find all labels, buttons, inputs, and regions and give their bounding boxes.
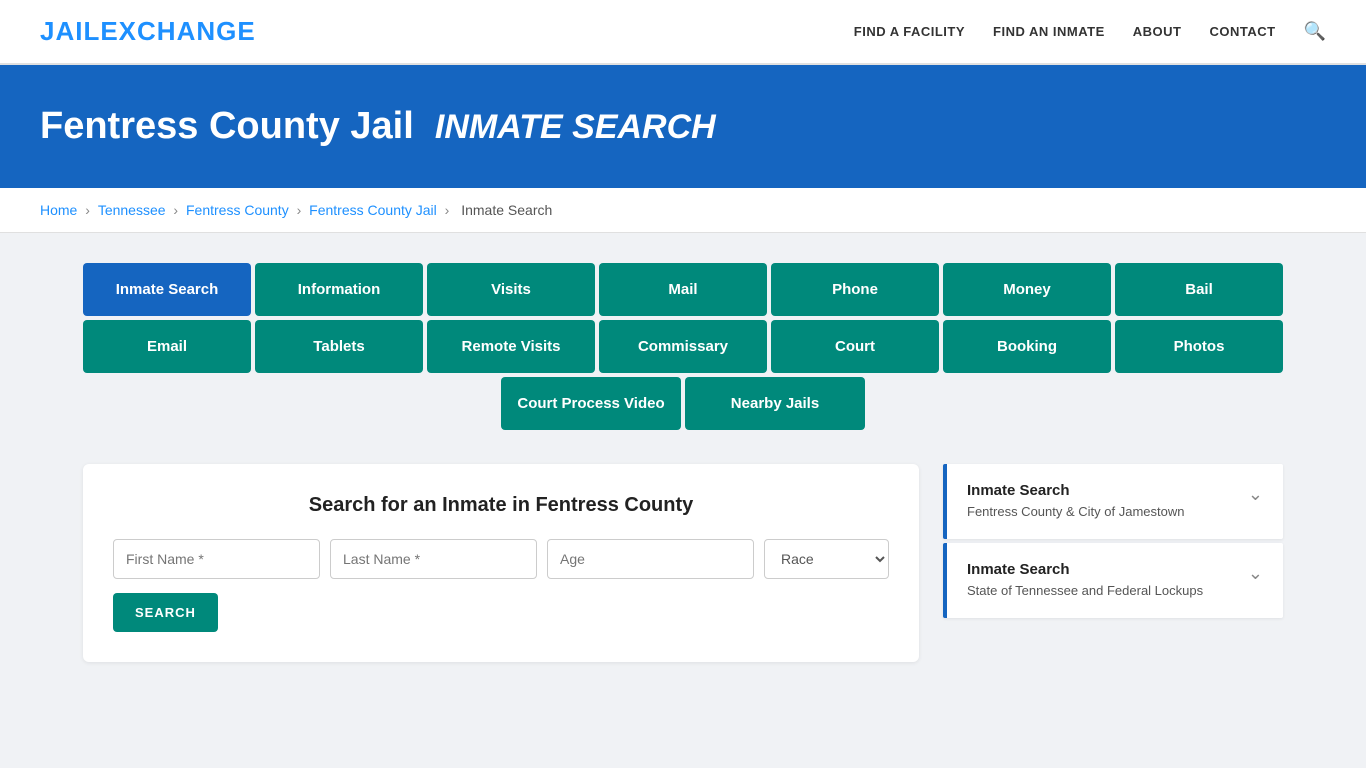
- breadcrumb-separator: ›: [293, 202, 305, 218]
- name-row: RaceWhiteBlackHispanicAsianOther: [113, 539, 889, 579]
- category-btn-phone[interactable]: Phone: [771, 263, 939, 316]
- grid-row-3: Court Process VideoNearby Jails: [83, 377, 1283, 430]
- grid-row-2: EmailTabletsRemote VisitsCommissaryCourt…: [83, 320, 1283, 373]
- category-btn-information[interactable]: Information: [255, 263, 423, 316]
- category-btn-bail[interactable]: Bail: [1115, 263, 1283, 316]
- sidebar-card-title: Inmate Search: [967, 482, 1184, 499]
- search-form-card: Search for an Inmate in Fentress County …: [83, 464, 919, 662]
- category-btn-photos[interactable]: Photos: [1115, 320, 1283, 373]
- breadcrumb-item[interactable]: Tennessee: [98, 202, 166, 218]
- category-btn-money[interactable]: Money: [943, 263, 1111, 316]
- breadcrumb-separator: ›: [441, 202, 453, 218]
- age-input[interactable]: [547, 539, 754, 579]
- nav-links: FIND A FACILITY FIND AN INMATE ABOUT CONTAC…: [854, 21, 1326, 42]
- sidebar: Inmate Search Fentress County & City of …: [943, 464, 1283, 662]
- sidebar-card-title: Inmate Search: [967, 561, 1203, 578]
- category-btn-remote-visits[interactable]: Remote Visits: [427, 320, 595, 373]
- last-name-input[interactable]: [330, 539, 537, 579]
- sidebar-card-text: Inmate Search Fentress County & City of …: [967, 482, 1184, 521]
- category-button-grid: Inmate SearchInformationVisitsMailPhoneM…: [83, 263, 1283, 434]
- category-btn-inmate-search[interactable]: Inmate Search: [83, 263, 251, 316]
- grid-row-1: Inmate SearchInformationVisitsMailPhoneM…: [83, 263, 1283, 316]
- category-btn-nearby-jails[interactable]: Nearby Jails: [685, 377, 865, 430]
- race-select[interactable]: RaceWhiteBlackHispanicAsianOther: [764, 539, 889, 579]
- category-btn-court[interactable]: Court: [771, 320, 939, 373]
- breadcrumb-separator: ›: [170, 202, 182, 218]
- breadcrumb-current: Inmate Search: [461, 202, 552, 218]
- card-fentress[interactable]: Inmate Search Fentress County & City of …: [943, 464, 1283, 539]
- sidebar-card-subtitle: Fentress County & City of Jamestown: [967, 503, 1184, 521]
- category-btn-commissary[interactable]: Commissary: [599, 320, 767, 373]
- nav-link-about[interactable]: ABOUT: [1133, 24, 1182, 39]
- hero-title-sub: INMATE SEARCH: [435, 108, 716, 146]
- category-btn-booking[interactable]: Booking: [943, 320, 1111, 373]
- category-btn-court-process-video[interactable]: Court Process Video: [501, 377, 681, 430]
- sidebar-card-text: Inmate Search State of Tennessee and Fed…: [967, 561, 1203, 600]
- navbar: JAILEXCHANGE FIND A FACILITY FIND AN INMA…: [0, 0, 1366, 65]
- hero-title: Fentress County Jail INMATE SEARCH: [40, 105, 1326, 148]
- search-icon[interactable]: 🔍: [1304, 21, 1326, 42]
- sidebar-card-subtitle: State of Tennessee and Federal Lockups: [967, 582, 1203, 600]
- hero-title-main: Fentress County Jail: [40, 105, 414, 147]
- logo-part1: JAIL: [40, 16, 100, 46]
- category-btn-visits[interactable]: Visits: [427, 263, 595, 316]
- nav-link-find-facility[interactable]: FIND A FACILITY: [854, 24, 965, 39]
- category-btn-mail[interactable]: Mail: [599, 263, 767, 316]
- search-form-title: Search for an Inmate in Fentress County: [113, 494, 889, 517]
- chevron-down-icon: ⌄: [1248, 563, 1263, 584]
- bottom-section: Search for an Inmate in Fentress County …: [83, 464, 1283, 662]
- breadcrumb-item[interactable]: Fentress County: [186, 202, 289, 218]
- card-tennessee[interactable]: Inmate Search State of Tennessee and Fed…: [943, 543, 1283, 618]
- search-button[interactable]: SEARCH: [113, 593, 218, 632]
- breadcrumb-item[interactable]: Home: [40, 202, 77, 218]
- category-btn-email[interactable]: Email: [83, 320, 251, 373]
- logo-part2: EXCHANGE: [100, 16, 255, 46]
- hero-banner: Fentress County Jail INMATE SEARCH: [0, 65, 1366, 188]
- chevron-down-icon: ⌄: [1248, 484, 1263, 505]
- nav-link-contact[interactable]: CONTACT: [1209, 24, 1275, 39]
- breadcrumb: Home › Tennessee › Fentress County › Fen…: [0, 188, 1366, 233]
- search-button-row: SEARCH: [113, 593, 889, 632]
- category-btn-tablets[interactable]: Tablets: [255, 320, 423, 373]
- nav-link-find-inmate[interactable]: FIND AN INMATE: [993, 24, 1105, 39]
- main-content: Inmate SearchInformationVisitsMailPhoneM…: [43, 233, 1323, 692]
- first-name-input[interactable]: [113, 539, 320, 579]
- breadcrumb-item[interactable]: Fentress County Jail: [309, 202, 437, 218]
- logo[interactable]: JAILEXCHANGE: [40, 16, 256, 47]
- breadcrumb-separator: ›: [81, 202, 93, 218]
